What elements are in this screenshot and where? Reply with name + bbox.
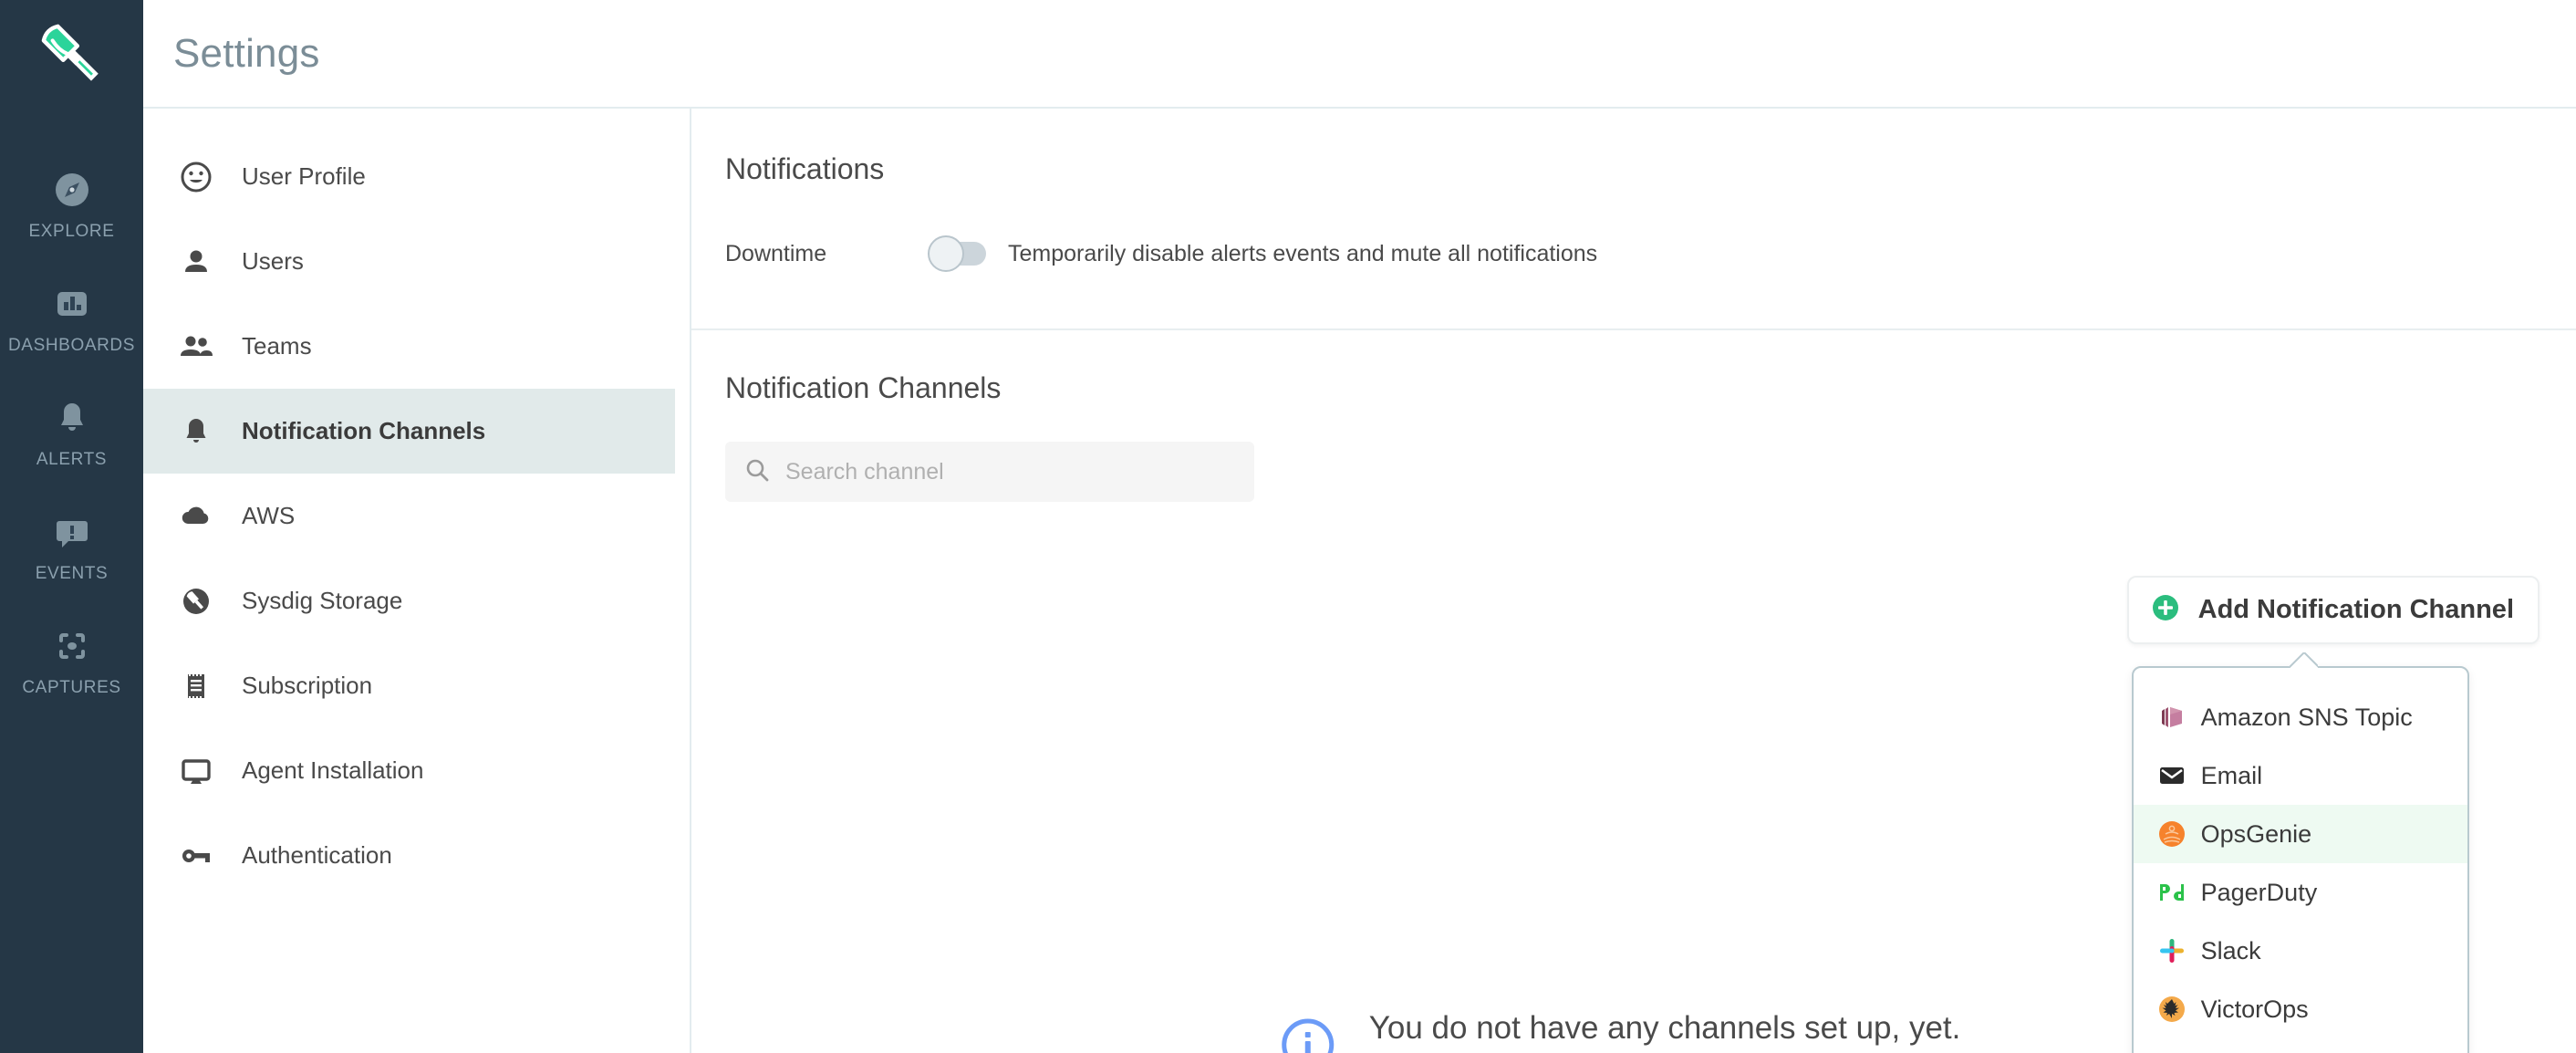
dropdown-item-email[interactable]: Email (2134, 746, 2467, 805)
victorops-icon (2157, 995, 2186, 1024)
settings-nav: User Profile Users Teams Notification Ch… (143, 109, 691, 1053)
add-notification-channel-button[interactable]: Add Notification Channel (2126, 576, 2540, 644)
downtime-toggle[interactable] (928, 235, 988, 272)
page-title: Settings (173, 30, 320, 76)
rail-item-label: CAPTURES (22, 678, 121, 697)
sidebar-item-label: Agent Installation (242, 756, 424, 784)
monitor-icon (177, 752, 215, 790)
sidebar-item-label: Teams (242, 332, 312, 360)
main-region: Settings User Profile Users Teams Notifi… (143, 0, 2576, 1053)
dropdown-caret-icon (2289, 652, 2318, 668)
notifications-heading: Notifications (725, 152, 885, 185)
dropdown-item-label: Slack (2200, 936, 2261, 964)
info-circle-icon (1280, 1017, 1336, 1053)
dropdown-item-slack[interactable]: Slack (2134, 922, 2467, 980)
downtime-description: Temporarily disable alerts events and mu… (1008, 240, 1598, 266)
sidebar-item-aws[interactable]: AWS (143, 474, 675, 558)
dropdown-item-opsgenie[interactable]: OpsGenie (2133, 805, 2467, 863)
pagerduty-icon (2157, 878, 2186, 907)
sidebar-item-label: User Profile (242, 162, 366, 190)
dropdown-item-webhook[interactable]: WebHook (2134, 1038, 2467, 1053)
cloud-icon (177, 497, 215, 536)
rail-item-label: EVENTS (35, 564, 109, 583)
rail-item-captures[interactable]: CAPTURES (0, 604, 143, 718)
search-icon (743, 456, 771, 488)
smiley-face-icon (177, 158, 215, 196)
amazon-sns-icon (2157, 703, 2186, 732)
dropdown-item-label: VictorOps (2200, 995, 2309, 1023)
dropdown-item-label: Amazon SNS Topic (2200, 703, 2413, 731)
sidebar-item-label: Subscription (242, 672, 373, 699)
sidebar-item-label: Authentication (242, 841, 392, 869)
sidebar-item-authentication[interactable]: Authentication (143, 813, 675, 898)
rail-item-alerts[interactable]: ALERTS (0, 376, 143, 490)
sidebar-item-subscription[interactable]: Subscription (143, 643, 675, 728)
bell-icon (177, 412, 215, 451)
sidebar-item-label: Notification Channels (242, 417, 486, 444)
sidebar-item-sysdig-storage[interactable]: Sysdig Storage (143, 558, 675, 643)
envelope-icon (2157, 761, 2186, 790)
body-region: User Profile Users Teams Notification Ch… (143, 109, 2576, 1053)
dropdown-item-amazon-sns-topic[interactable]: Amazon SNS Topic (2134, 688, 2467, 746)
app-root: EXPLORE DASHBOARDS ALERTS EVENTS CAPTURE… (0, 0, 2576, 1053)
downtime-row: Downtime Temporarily disable alerts even… (725, 235, 2576, 272)
add-channel-dropdown: Amazon SNS Topic Email OpsGenie PagerDut… (2131, 666, 2469, 1053)
toggle-knob (928, 235, 964, 272)
people-icon (177, 328, 215, 366)
sidebar-item-user-profile[interactable]: User Profile (143, 134, 675, 219)
speech-bubble-exclamation-icon (48, 508, 96, 556)
bar-chart-icon (48, 280, 96, 328)
add-notification-channel-label: Add Notification Channel (2197, 595, 2514, 624)
dropdown-item-label: PagerDuty (2200, 878, 2318, 906)
sidebar-item-users[interactable]: Users (143, 219, 675, 304)
sysdig-shovel-logo[interactable] (26, 9, 118, 100)
person-icon (177, 243, 215, 281)
sidebar-item-notification-channels[interactable]: Notification Channels (143, 389, 675, 474)
dropdown-item-victorops[interactable]: VictorOps (2134, 980, 2467, 1038)
rail-item-events[interactable]: EVENTS (0, 490, 143, 604)
add-channel-container: Add Notification Channel Amazon SNS Topi… (2126, 576, 2540, 1053)
search-input[interactable] (785, 458, 1236, 485)
search-channel-box[interactable] (725, 442, 1254, 502)
dropdown-item-pagerduty[interactable]: PagerDuty (2134, 863, 2467, 922)
dropdown-item-label: Email (2200, 761, 2263, 789)
empty-state: You do not have any channels set up, yet… (1280, 1007, 1961, 1053)
dropdown-item-label: OpsGenie (2200, 819, 2312, 848)
sidebar-item-label: Sysdig Storage (242, 587, 403, 614)
rail-item-label: DASHBOARDS (7, 336, 136, 355)
downtime-label: Downtime (725, 240, 827, 266)
sidebar-item-label: AWS (242, 502, 296, 529)
receipt-icon (177, 667, 215, 705)
primary-nav-rail: EXPLORE DASHBOARDS ALERTS EVENTS CAPTURE… (0, 0, 143, 1053)
sidebar-item-agent-installation[interactable]: Agent Installation (143, 728, 675, 813)
rail-item-explore[interactable]: EXPLORE (0, 148, 143, 262)
empty-state-line-2: Add a channel now. (1369, 1050, 1961, 1053)
empty-state-line-1: You do not have any channels set up, yet… (1368, 1010, 1961, 1046)
rail-item-label: ALERTS (36, 450, 108, 469)
bell-icon (48, 394, 96, 442)
sysdig-storage-icon (177, 582, 215, 620)
rail-item-label: EXPLORE (28, 222, 115, 241)
key-icon (177, 837, 215, 875)
top-bar: Settings (143, 0, 2576, 109)
compass-icon (48, 166, 96, 214)
empty-state-text: You do not have any channels set up, yet… (1369, 1007, 1961, 1053)
channels-section: Notification Channels (691, 330, 2576, 502)
channels-heading: Notification Channels (725, 371, 1002, 404)
sidebar-item-teams[interactable]: Teams (143, 304, 675, 389)
plus-circle-icon (2151, 593, 2180, 627)
notifications-section: Notifications Downtime Temporarily disab… (691, 109, 2576, 272)
content-area: Notifications Downtime Temporarily disab… (691, 109, 2576, 1053)
sidebar-item-label: Users (242, 247, 304, 275)
slack-icon (2157, 936, 2186, 965)
rail-item-dashboards[interactable]: DASHBOARDS (0, 262, 143, 376)
capture-frame-icon (48, 622, 96, 670)
opsgenie-icon (2157, 819, 2186, 849)
